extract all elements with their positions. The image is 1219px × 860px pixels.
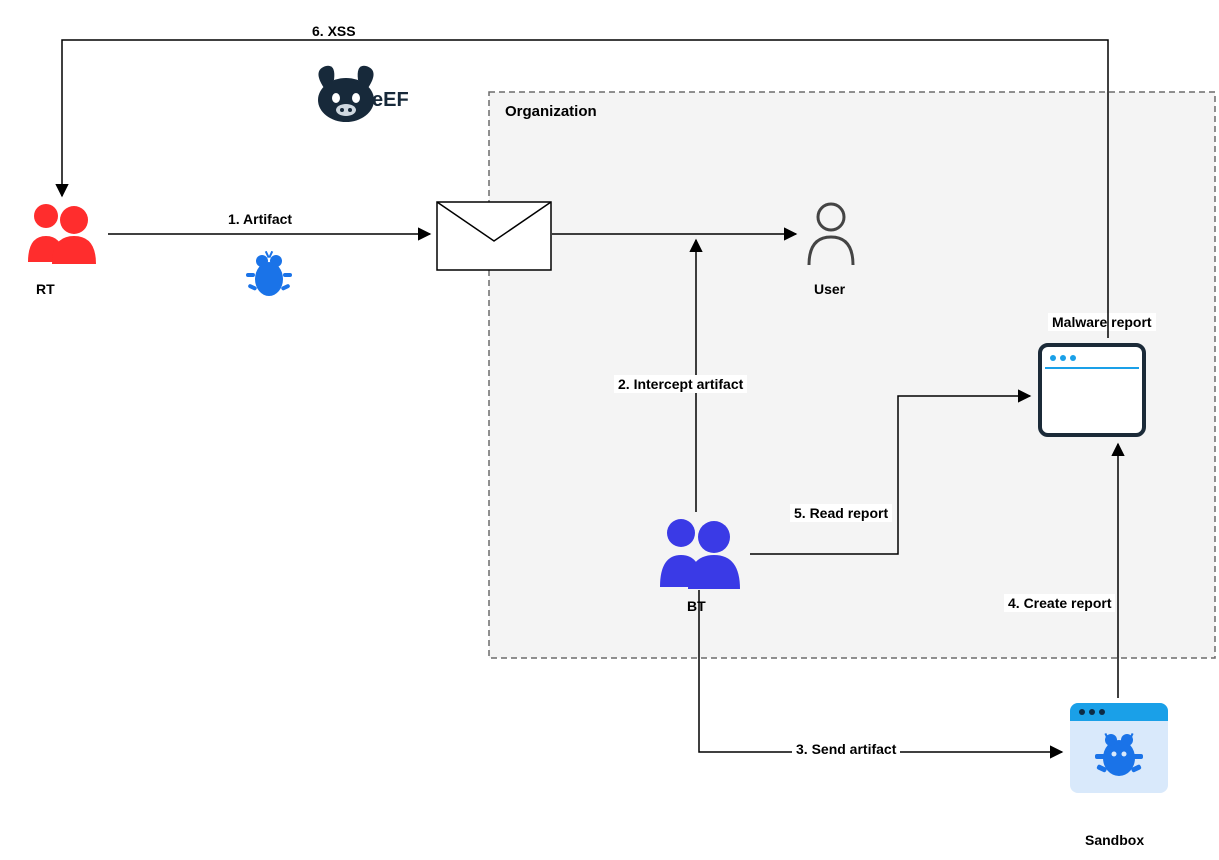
edge-xss bbox=[62, 40, 1108, 338]
label-intercept: 2. Intercept artifact bbox=[614, 375, 747, 393]
edges-layer bbox=[0, 0, 1219, 860]
label-xss: 6. XSS bbox=[308, 22, 360, 40]
label-artifact: 1. Artifact bbox=[224, 210, 296, 228]
edge-read-report bbox=[750, 396, 1030, 554]
label-create-report: 4. Create report bbox=[1004, 594, 1115, 612]
label-send-artifact: 3. Send artifact bbox=[792, 740, 900, 758]
diagram-canvas: Organization Malware report bbox=[0, 0, 1219, 860]
label-read-report: 5. Read report bbox=[790, 504, 892, 522]
edge-send-artifact bbox=[699, 590, 1062, 752]
